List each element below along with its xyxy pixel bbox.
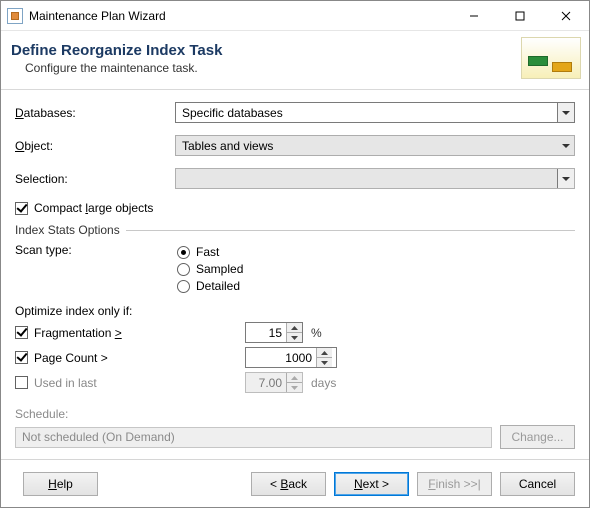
chevron-down-icon xyxy=(557,103,574,122)
fragmentation-label: Fragmentation > xyxy=(34,326,122,340)
databases-label: Databases: xyxy=(15,106,175,120)
index-stats-group: Index Stats Options xyxy=(15,223,575,237)
help-button[interactable]: Help xyxy=(23,472,98,496)
chevron-down-icon xyxy=(557,136,574,155)
close-button[interactable] xyxy=(543,1,589,31)
schedule-field: Not scheduled (On Demand) xyxy=(15,427,492,448)
percent-unit: % xyxy=(311,326,322,340)
page-subtitle: Configure the maintenance task. xyxy=(25,61,222,75)
used-in-last-label: Used in last xyxy=(34,376,97,390)
wizard-footer: Help < Back Next > Finish >>| Cancel xyxy=(1,472,589,506)
page-title: Define Reorganize Index Task xyxy=(11,42,222,59)
used-in-last-checkbox[interactable]: Used in last xyxy=(15,376,245,390)
scan-type-label: Scan type: xyxy=(15,243,175,257)
radio-icon xyxy=(177,263,190,276)
radio-icon xyxy=(177,280,190,293)
wizard-header: Define Reorganize Index Task Configure t… xyxy=(1,31,589,90)
pagecount-label: Page Count > xyxy=(34,351,108,365)
cancel-button[interactable]: Cancel xyxy=(500,472,575,496)
selection-label: Selection: xyxy=(15,172,175,186)
chevron-down-icon xyxy=(557,169,574,188)
minimize-button[interactable] xyxy=(451,1,497,31)
radio-icon xyxy=(177,246,190,259)
next-button[interactable]: Next > xyxy=(334,472,409,496)
checkbox-icon xyxy=(15,202,28,215)
pagecount-checkbox[interactable]: Page Count > xyxy=(15,351,245,365)
separator xyxy=(1,459,589,460)
fragmentation-checkbox[interactable]: Fragmentation > xyxy=(15,326,245,340)
back-button[interactable]: < Back xyxy=(251,472,326,496)
compact-large-objects-label: Compact large objects xyxy=(34,201,153,215)
scan-type-fast[interactable]: Fast xyxy=(175,245,243,259)
titlebar: Maintenance Plan Wizard xyxy=(1,1,589,31)
object-dropdown[interactable]: Tables and views xyxy=(175,135,575,156)
used-in-last-spinner: 7.00 xyxy=(245,372,303,393)
spinner-buttons[interactable] xyxy=(286,323,302,342)
pagecount-spinner[interactable]: 1000 xyxy=(245,347,337,368)
maximize-button[interactable] xyxy=(497,1,543,31)
finish-button: Finish >>| xyxy=(417,472,492,496)
optimize-heading: Optimize index only if: xyxy=(15,304,575,318)
change-schedule-button: Change... xyxy=(500,425,575,449)
fragmentation-spinner[interactable]: 15 xyxy=(245,322,303,343)
spinner-buttons[interactable] xyxy=(316,348,332,367)
object-value: Tables and views xyxy=(182,139,273,153)
databases-dropdown[interactable]: Specific databases xyxy=(175,102,575,123)
header-graphic-icon xyxy=(521,37,581,79)
window-title: Maintenance Plan Wizard xyxy=(29,9,166,23)
days-unit: days xyxy=(311,376,336,390)
object-label: Object: xyxy=(15,139,175,153)
spinner-buttons xyxy=(286,373,302,392)
compact-large-objects-checkbox[interactable]: Compact large objects xyxy=(15,201,575,215)
checkbox-icon xyxy=(15,376,28,389)
selection-dropdown[interactable] xyxy=(175,168,575,189)
app-icon xyxy=(7,8,23,24)
scan-type-detailed[interactable]: Detailed xyxy=(175,279,243,293)
schedule-label: Schedule: xyxy=(15,407,575,421)
scan-type-sampled[interactable]: Sampled xyxy=(175,262,243,276)
checkbox-icon xyxy=(15,326,28,339)
index-stats-heading: Index Stats Options xyxy=(15,223,120,237)
databases-value: Specific databases xyxy=(182,106,283,120)
checkbox-icon xyxy=(15,351,28,364)
